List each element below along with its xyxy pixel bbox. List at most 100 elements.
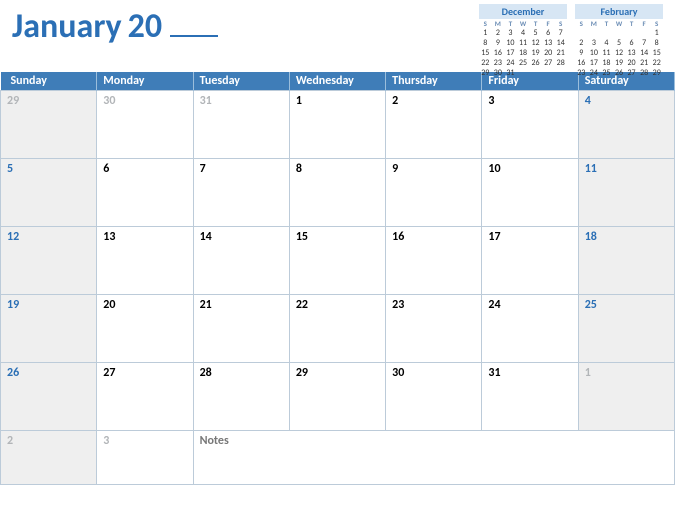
mini-day-cell: 8 (479, 38, 492, 48)
day-cell: 24 (482, 295, 578, 363)
month-calendar: SundayMondayTuesdayWednesdayThursdayFrid… (0, 72, 675, 485)
mini-day-cell (600, 28, 613, 38)
day-cell: 27 (97, 363, 193, 431)
day-cell: 3 (482, 91, 578, 159)
day-cell: 16 (386, 227, 482, 295)
mini-dow-cell: W (517, 19, 530, 28)
mini-day-cell: 21 (554, 48, 567, 58)
day-cell: 28 (193, 363, 289, 431)
mini-day-cell: 1 (479, 28, 492, 38)
day-cell: 26 (1, 363, 97, 431)
day-cell: 6 (97, 159, 193, 227)
mini-day-cell: 29 (479, 68, 492, 78)
mini-day-cell: 3 (504, 28, 517, 38)
day-cell: 15 (289, 227, 385, 295)
mini-day-cell: 3 (588, 38, 601, 48)
mini-day-cell: 31 (504, 68, 517, 78)
mini-day-cell (517, 68, 530, 78)
mini-dow-cell: F (638, 19, 651, 28)
mini-day-cell: 16 (575, 58, 588, 68)
mini-day-cell: 1 (650, 28, 663, 38)
day-cell: 30 (97, 91, 193, 159)
calendar-week-row: 2627282930311 (1, 363, 675, 431)
mini-day-cell: 28 (638, 68, 651, 78)
day-cell: 17 (482, 227, 578, 295)
mini-day-cell: 17 (588, 58, 601, 68)
mini-day-cell: 25 (517, 58, 530, 68)
mini-day-cell: 15 (650, 48, 663, 58)
mini-day-cell: 19 (613, 58, 626, 68)
dow-header-cell: Thursday (386, 72, 482, 91)
mini-dow-cell: T (504, 19, 517, 28)
mini-day-cell: 17 (504, 48, 517, 58)
mini-day-cell: 18 (517, 48, 530, 58)
day-cell: 19 (1, 295, 97, 363)
calendar-week-row: 23Notes (1, 431, 675, 485)
day-cell: 14 (193, 227, 289, 295)
mini-day-cell: 20 (625, 58, 638, 68)
mini-calendar-title: February (575, 4, 663, 19)
mini-day-cell: 7 (638, 38, 651, 48)
calendar-week-row: 567891011 (1, 159, 675, 227)
mini-day-cell: 23 (492, 58, 505, 68)
mini-dow-cell: S (650, 19, 663, 28)
mini-day-cell: 30 (492, 68, 505, 78)
mini-day-cell: 4 (600, 38, 613, 48)
mini-day-cell: 15 (479, 48, 492, 58)
mini-dow-cell: M (588, 19, 601, 28)
day-cell: 23 (386, 295, 482, 363)
day-cell: 31 (193, 91, 289, 159)
mini-day-cell: 25 (600, 68, 613, 78)
day-cell: 21 (193, 295, 289, 363)
day-cell: 25 (578, 295, 674, 363)
day-cell: 7 (193, 159, 289, 227)
day-cell: 22 (289, 295, 385, 363)
mini-day-cell: 12 (613, 48, 626, 58)
day-cell: 4 (578, 91, 674, 159)
day-cell: 29 (289, 363, 385, 431)
day-cell: 5 (1, 159, 97, 227)
day-cell: 3 (97, 431, 193, 485)
calendar-week-row: 12131415161718 (1, 227, 675, 295)
mini-dow-cell: S (479, 19, 492, 28)
mini-day-cell (588, 28, 601, 38)
mini-day-cell: 23 (575, 68, 588, 78)
mini-day-cell: 28 (554, 58, 567, 68)
mini-day-cell: 24 (504, 58, 517, 68)
title-year-prefix: 20 (128, 6, 162, 47)
day-cell: 20 (97, 295, 193, 363)
mini-day-cell: 10 (588, 48, 601, 58)
mini-day-cell: 22 (479, 58, 492, 68)
day-cell: 1 (289, 91, 385, 159)
title-month: January (12, 6, 122, 47)
mini-day-cell: 5 (529, 28, 542, 38)
mini-dow-cell: T (529, 19, 542, 28)
mini-day-cell: 27 (542, 58, 555, 68)
mini-day-cell (625, 28, 638, 38)
mini-day-cell: 2 (492, 28, 505, 38)
mini-day-cell: 2 (575, 38, 588, 48)
mini-day-cell: 7 (554, 28, 567, 38)
mini-day-cell: 10 (504, 38, 517, 48)
mini-day-cell (542, 68, 555, 78)
mini-day-cell: 9 (492, 38, 505, 48)
day-cell: 12 (1, 227, 97, 295)
day-cell: 2 (1, 431, 97, 485)
mini-dow-cell: T (600, 19, 613, 28)
day-cell: 8 (289, 159, 385, 227)
mini-day-cell: 5 (613, 38, 626, 48)
mini-day-cell: 22 (650, 58, 663, 68)
mini-day-cell: 21 (638, 58, 651, 68)
day-cell: 9 (386, 159, 482, 227)
dow-header-cell: Tuesday (193, 72, 289, 91)
dow-header-cell: Monday (97, 72, 193, 91)
mini-day-cell (613, 28, 626, 38)
mini-day-cell (529, 68, 542, 78)
mini-day-cell: 19 (529, 48, 542, 58)
day-cell: 30 (386, 363, 482, 431)
mini-dow-cell: W (613, 19, 626, 28)
mini-day-cell: 26 (529, 58, 542, 68)
mini-calendar: FebruarySMTWTFS1234567891011121314151617… (575, 4, 663, 78)
dow-header-cell: Wednesday (289, 72, 385, 91)
mini-day-cell: 12 (529, 38, 542, 48)
